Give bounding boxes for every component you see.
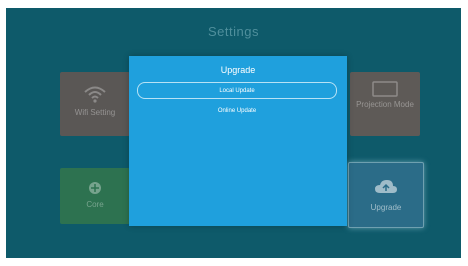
upgrade-tile-label: Upgrade: [370, 203, 402, 212]
page-title: Settings: [208, 24, 259, 39]
online-update-option[interactable]: Online Update: [137, 102, 337, 119]
wifi-setting-label: Wifi Setting: [74, 108, 116, 117]
projector-icon: [372, 81, 398, 97]
core-label: Core: [86, 200, 104, 209]
cloud-upload-icon: [375, 180, 397, 193]
wifi-setting-tile[interactable]: Wifi Setting: [60, 72, 130, 136]
projection-mode-label: Projection Mode: [356, 100, 414, 109]
dialog-title: Upgrade: [220, 65, 256, 75]
core-icon: [89, 182, 101, 194]
wifi-icon: [84, 86, 106, 103]
upgrade-tile[interactable]: Upgrade: [348, 162, 424, 228]
upgrade-dialog: Upgrade Local Update Online Update: [129, 56, 347, 226]
projection-mode-tile[interactable]: Projection Mode: [350, 72, 420, 136]
settings-screen: Settings Wifi Setting Projection Mode Co…: [6, 8, 461, 258]
core-tile[interactable]: Core: [60, 168, 130, 224]
local-update-option[interactable]: Local Update: [137, 82, 337, 99]
